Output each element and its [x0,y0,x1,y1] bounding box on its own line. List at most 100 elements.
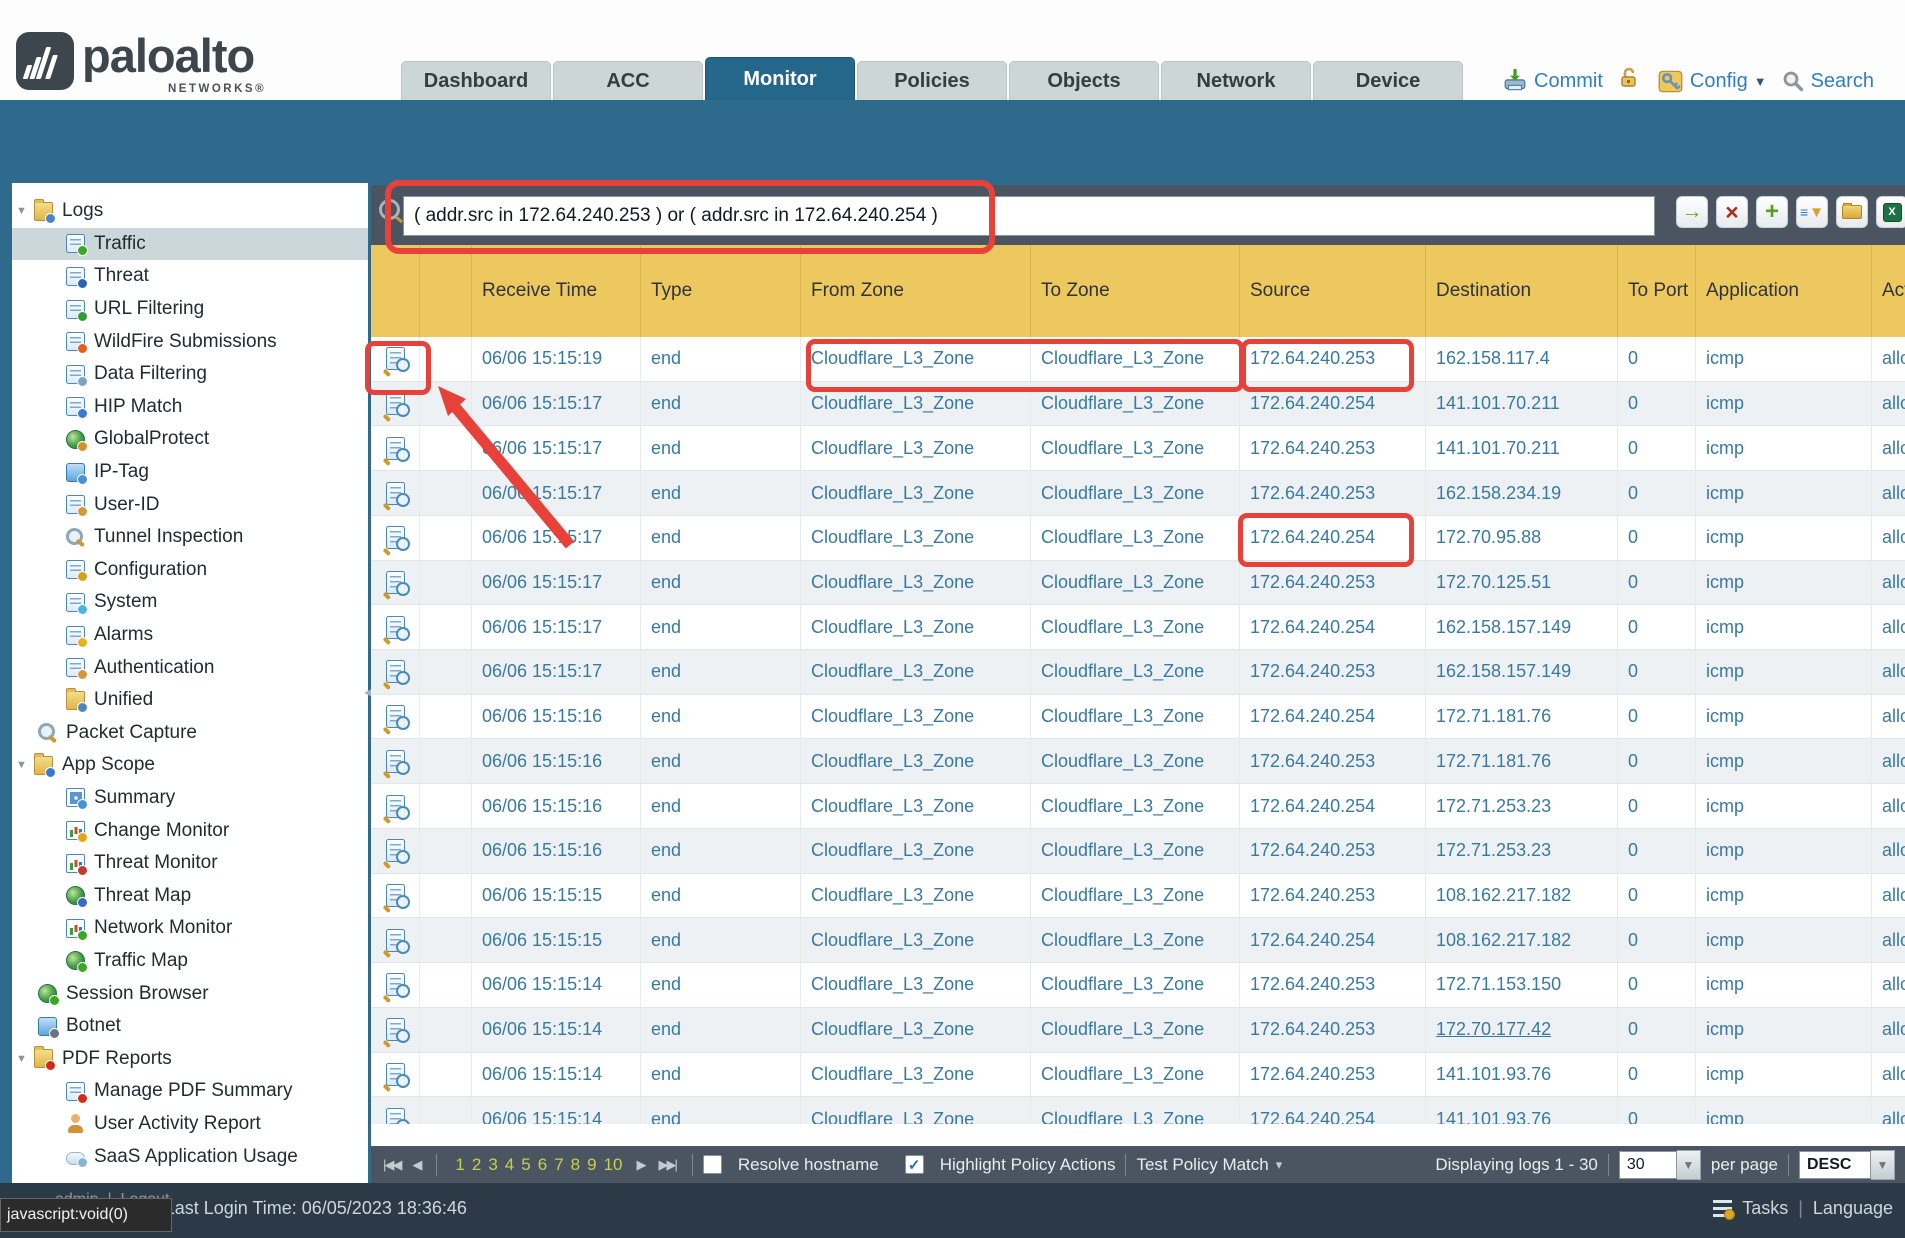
page-number-8[interactable]: 8 [571,1155,580,1175]
log-detail-icon[interactable] [386,795,405,818]
sidebar-item-session-browser[interactable]: Session Browser [12,977,368,1010]
log-filter-input[interactable] [403,196,1655,236]
sort-order-dropdown-arrow[interactable]: ▼ [1871,1150,1895,1180]
sidebar-item-ip-tag[interactable]: IP-Tag [12,456,368,489]
load-filter-button[interactable] [1836,196,1868,228]
log-detail-icon[interactable] [386,884,405,907]
log-detail-icon[interactable] [386,392,405,415]
log-detail-icon[interactable] [386,660,405,683]
cell-value[interactable]: 172.64.240.253 [1250,974,1375,995]
sidebar-item-hip-match[interactable]: HIP Match [12,391,368,424]
apply-filter-button[interactable]: → [1676,196,1708,228]
cell-value[interactable]: 172.64.240.253 [1250,1064,1375,1085]
sidebar-item-data-filtering[interactable]: Data Filtering [12,358,368,391]
column-header-destination[interactable]: Destination [1426,245,1618,337]
log-detail-icon[interactable] [386,973,405,996]
commit-button[interactable]: Commit [1502,68,1603,94]
sidebar-item-threat[interactable]: Threat [12,260,368,293]
sidebar-item-traffic-map[interactable]: Traffic Map [12,945,368,978]
tab-policies[interactable]: Policies [857,61,1007,100]
cell-value[interactable]: 162.158.157.149 [1436,661,1571,682]
column-header-application[interactable]: Application [1696,245,1872,337]
cell-value[interactable]: 172.70.125.51 [1436,572,1551,593]
sidebar-item-url-filtering[interactable]: URL Filtering [12,293,368,326]
lock-button[interactable] [1617,66,1641,96]
cell-value[interactable]: 172.64.240.254 [1250,706,1375,727]
filter-builder-button[interactable]: ▼ [1796,196,1828,228]
tab-network[interactable]: Network [1161,61,1311,100]
per-page-input[interactable]: 30 [1619,1151,1677,1179]
page-number-10[interactable]: 10 [604,1155,623,1175]
resolve-hostname-toggle[interactable]: Resolve hostname [703,1155,879,1175]
cell-value[interactable]: 172.64.240.253 [1250,661,1375,682]
cell-value[interactable]: 141.101.70.211 [1436,438,1560,459]
sidebar-item-threat-monitor[interactable]: Threat Monitor [12,847,368,880]
cell-value[interactable]: 172.64.240.253 [1250,438,1375,459]
cell-value[interactable]: 172.71.253.23 [1436,796,1551,817]
sidebar-item-alarms[interactable]: Alarms [12,619,368,652]
column-header-source[interactable]: Source [1240,245,1426,337]
cell-value[interactable]: 172.64.240.254 [1250,617,1375,638]
cell-value[interactable]: 172.71.181.76 [1436,706,1551,727]
log-detail-icon[interactable] [386,347,405,370]
log-detail-icon[interactable] [386,571,405,594]
tab-dashboard[interactable]: Dashboard [401,61,551,100]
sidebar-item-saas-application-usage[interactable]: SaaS Application Usage [12,1140,368,1173]
page-number-4[interactable]: 4 [505,1155,514,1175]
log-detail-icon[interactable] [386,750,405,773]
prev-page-button[interactable]: ◀ [412,1157,420,1173]
page-number-7[interactable]: 7 [554,1155,563,1175]
sidebar-item-botnet[interactable]: Botnet [12,1010,368,1043]
tab-monitor[interactable]: Monitor [705,57,855,100]
language-button[interactable]: Language [1813,1198,1893,1219]
page-number-3[interactable]: 3 [488,1155,497,1175]
cell-value[interactable]: 172.64.240.254 [1250,393,1375,414]
sidebar-item-change-monitor[interactable]: Change Monitor [12,814,368,847]
sidebar-item-app-scope[interactable]: ▼App Scope [12,749,368,782]
sidebar-item-tunnel-inspection[interactable]: Tunnel Inspection [12,521,368,554]
cell-value[interactable]: 141.101.70.211 [1436,393,1560,414]
tree-expander-icon[interactable]: ▼ [16,1053,34,1065]
sidebar-item-traffic[interactable]: Traffic [12,228,368,261]
page-number-6[interactable]: 6 [538,1155,547,1175]
page-number-9[interactable]: 9 [587,1155,596,1175]
highlight-policy-toggle[interactable]: ✓ Highlight Policy Actions [905,1155,1116,1175]
sidebar-item-manage-pdf-summary[interactable]: Manage PDF Summary [12,1075,368,1108]
cell-value[interactable]: 172.64.240.253 [1250,572,1375,593]
sidebar-item-logs[interactable]: ▼Logs [12,195,368,228]
sidebar-item-configuration[interactable]: Configuration [12,554,368,587]
log-detail-icon[interactable] [386,1018,405,1041]
column-header-to-zone[interactable]: To Zone [1031,245,1240,337]
cell-value[interactable]: 172.64.240.253 [1250,885,1375,906]
tab-acc[interactable]: ACC [553,61,703,100]
log-detail-icon[interactable] [386,526,405,549]
log-detail-icon[interactable] [386,705,405,728]
page-number-2[interactable]: 2 [472,1155,481,1175]
sidebar-item-user-id[interactable]: User-ID [12,488,368,521]
cell-value[interactable]: 172.64.240.253 [1250,348,1375,369]
sidebar-item-network-monitor[interactable]: Network Monitor [12,912,368,945]
log-detail-icon[interactable] [386,616,405,639]
cell-value[interactable]: 172.64.240.253 [1250,483,1375,504]
sidebar-item-authentication[interactable]: Authentication [12,651,368,684]
search-button[interactable]: Search [1781,69,1874,93]
cell-value[interactable]: 162.158.157.149 [1436,617,1571,638]
resolve-hostname-checkbox[interactable] [703,1155,722,1174]
cell-value[interactable]: 172.64.240.253 [1250,840,1375,861]
highlight-policy-checkbox[interactable]: ✓ [905,1155,924,1174]
cell-value[interactable]: 172.70.177.42 [1436,1019,1551,1040]
cell-value[interactable]: 172.70.95.88 [1436,527,1541,548]
cell-value[interactable]: 172.64.240.254 [1250,796,1375,817]
cell-value[interactable]: 172.71.181.76 [1436,751,1551,772]
log-detail-icon[interactable] [386,929,405,952]
column-header-action[interactable]: Action [1872,245,1905,337]
export-to-csv-button[interactable]: X [1876,196,1905,228]
last-page-button[interactable]: ▶▶| [659,1157,676,1173]
page-number-1[interactable]: 1 [455,1155,464,1175]
tree-expander-icon[interactable]: ▼ [16,759,34,771]
sidebar-item-summary[interactable]: Summary [12,782,368,815]
cell-value[interactable]: 172.64.240.253 [1250,1019,1375,1040]
sidebar-item-unified[interactable]: Unified [12,684,368,717]
tab-objects[interactable]: Objects [1009,61,1159,100]
cell-value[interactable]: 141.101.93.76 [1436,1064,1551,1085]
